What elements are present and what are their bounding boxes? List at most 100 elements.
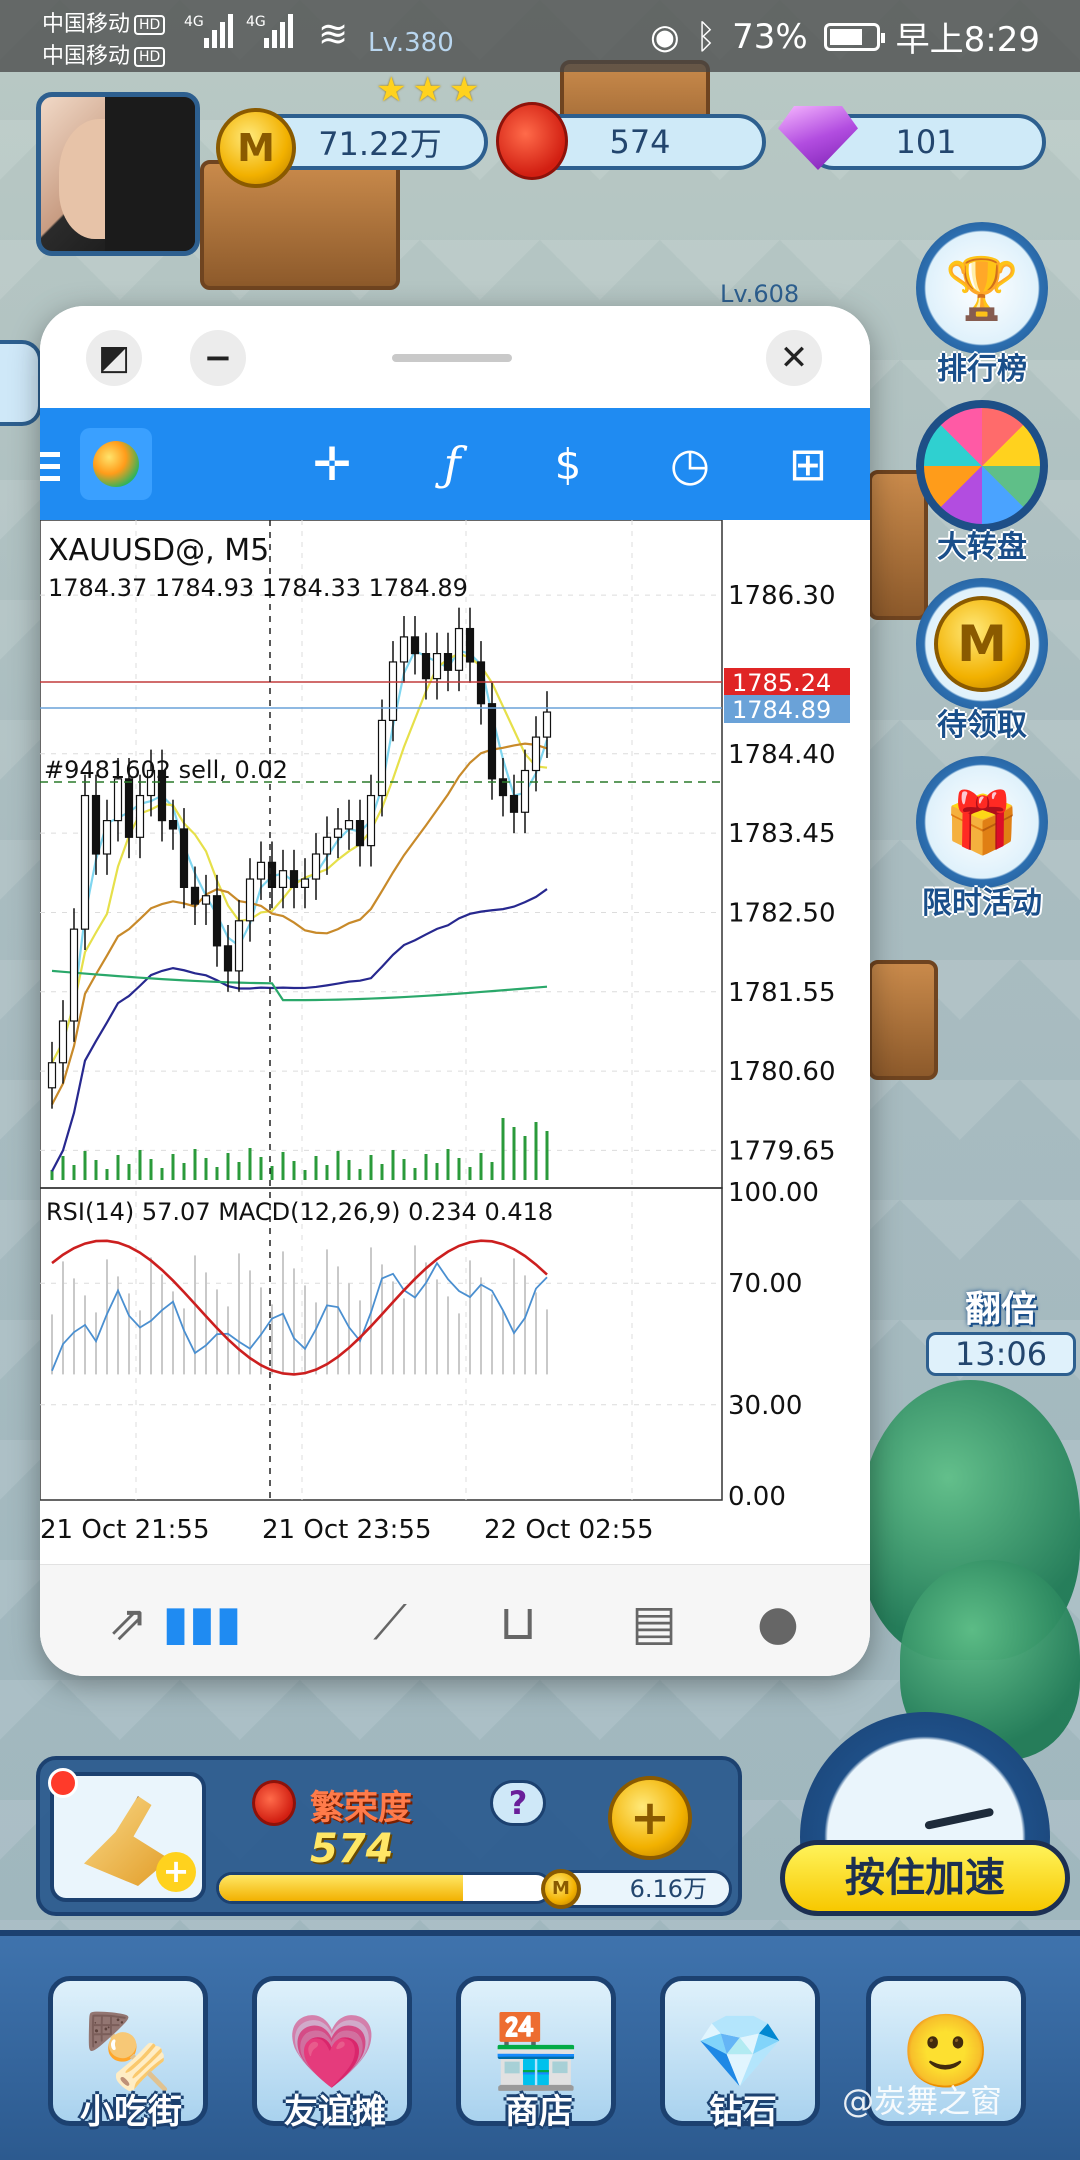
close-button[interactable]: ✕ <box>766 330 822 386</box>
price-tick-label: 1779.65 <box>728 1136 836 1166</box>
indicator-label: RSI(14) 57.07 MACD(12,26,9) 0.234 0.418 <box>46 1198 553 1226</box>
minimize-button[interactable]: − <box>190 330 246 386</box>
coin-symbol: M <box>934 596 1030 692</box>
collect-coin-button[interactable]: + <box>608 1776 692 1860</box>
candle-body <box>245 878 255 922</box>
player-stars: ★ ★ ★ <box>376 70 479 110</box>
nav-snack-street[interactable]: 🍢 小吃街 <box>48 1976 214 2146</box>
leaderboard-button[interactable]: 🏆 排行榜 <box>912 222 1052 388</box>
price-chart[interactable]: XAUUSD@, M5 1784.37 1784.93 1784.33 1784… <box>40 520 870 1564</box>
candle-body <box>443 653 453 671</box>
npc-level: Lv.608 <box>720 280 800 308</box>
side-tab[interactable] <box>0 340 42 426</box>
candle-body <box>421 653 431 680</box>
candle-body <box>212 895 222 947</box>
menu-icon[interactable] <box>40 452 60 488</box>
drag-handle[interactable] <box>392 354 512 362</box>
speed-up-button[interactable]: 按住加速 <box>780 1712 1070 1916</box>
status-right: ◉ ᛒ 73% 早上8:29 <box>650 12 1040 61</box>
help-icon[interactable]: ? <box>490 1780 546 1826</box>
resize-icon: ◩ <box>97 338 131 378</box>
volume-bar <box>160 1168 164 1180</box>
volume-bar <box>391 1150 395 1180</box>
volume-bar <box>336 1151 340 1180</box>
double-reward-timer: 13:06 <box>926 1332 1076 1376</box>
trend-lines-icon[interactable]: ⟋ <box>358 1591 422 1655</box>
candle-body <box>454 627 464 671</box>
nav-shop[interactable]: 🏪 商店 <box>456 1976 622 2146</box>
price-tick-label: 1784.40 <box>728 740 836 770</box>
prosperity-progress <box>216 1872 552 1904</box>
avatar-hair <box>105 97 195 251</box>
status-bar: 中国移动 HD 中国移动 HD 4G 4G ≋ ◉ ᛒ 73% 早上8:29 <box>0 0 1080 72</box>
indicator-tick-label: 30.00 <box>728 1391 802 1421</box>
chat-icon[interactable]: ● <box>746 1591 810 1655</box>
indicator-tick-label: 100.00 <box>728 1178 819 1208</box>
pending-label: 待领取 <box>937 708 1027 743</box>
crosshair-icon[interactable]: ✛ <box>304 436 360 492</box>
metatrader-logo-icon[interactable] <box>80 428 152 500</box>
volume-bar <box>292 1161 296 1180</box>
window-title-bar[interactable]: ◩ − ✕ <box>40 306 870 408</box>
star-icon: ★ <box>376 70 407 110</box>
volume-bar <box>149 1159 153 1180</box>
volume-bar <box>402 1159 406 1180</box>
inbox-icon[interactable]: ⊔ <box>486 1591 550 1655</box>
timeframe-clock-icon[interactable]: ◷ <box>662 436 718 492</box>
volume-bar <box>94 1160 98 1180</box>
wheel-label: 大转盘 <box>937 530 1027 565</box>
volume-bar <box>501 1118 505 1180</box>
new-order-icon[interactable]: $ <box>540 436 596 492</box>
volume-bar <box>369 1155 373 1180</box>
volume-bar <box>105 1169 109 1180</box>
network-type-2: 4G <box>246 14 266 30</box>
fullscreen-button[interactable]: ◩ <box>86 330 142 386</box>
candle-body <box>344 820 354 830</box>
volume-bar <box>72 1165 76 1180</box>
time-tick-label: 21 Oct 23:55 <box>262 1515 432 1545</box>
candle-body <box>256 861 266 880</box>
signal-icon-2 <box>264 14 293 48</box>
candle-body <box>355 820 365 847</box>
nav-label: 小吃街 <box>80 2092 182 2132</box>
player-avatar[interactable] <box>36 92 200 256</box>
candle-body <box>135 794 145 838</box>
templates-icon[interactable]: ⊞ <box>780 436 836 492</box>
carrier-1: 中国移动 <box>42 12 131 37</box>
watermark: @炭舞之窗 <box>842 2082 1003 2120</box>
limited-event-button[interactable]: 🎁 限时活动 <box>912 756 1052 922</box>
lantern-icon <box>252 1780 296 1826</box>
volume-bar <box>424 1154 428 1180</box>
volume-bar <box>512 1127 516 1180</box>
clean-button[interactable]: + <box>48 1768 206 1902</box>
news-icon[interactable]: ▤ <box>622 1591 686 1655</box>
coin-amount: M 6.16万 <box>541 1869 732 1909</box>
nav-diamond[interactable]: 💎 钻石 <box>660 1976 826 2146</box>
coin-icon: M <box>216 108 296 188</box>
trade-arrows-icon[interactable]: ⇗ <box>96 1591 160 1655</box>
candle-body <box>91 794 101 855</box>
chart-toolbar: ✛ ƒ $ ◷ ⊞ <box>40 408 870 520</box>
symbol-title: XAUUSD@, M5 <box>48 533 269 568</box>
nav-label: 钻石 <box>709 2092 777 2132</box>
nav-friend-stall[interactable]: 💗 友谊摊 <box>252 1976 418 2146</box>
volume-bar <box>193 1149 197 1180</box>
floating-trading-window[interactable]: ◩ − ✕ ✛ ƒ $ ◷ ⊞ XAUUSD@, M5 1784.37 1784… <box>40 306 870 1676</box>
close-icon: ✕ <box>779 338 809 378</box>
pending-reward-button[interactable]: M 待领取 <box>912 578 1052 744</box>
gift-clock-icon: 🎁 <box>916 756 1048 888</box>
double-reward-button[interactable]: 翻倍 13:06 <box>926 1280 1076 1376</box>
candle-body <box>179 828 189 889</box>
candlestick-icon[interactable]: ▮▮▮ <box>162 1591 242 1655</box>
candle-body <box>410 636 420 655</box>
battery-percent: 73% <box>732 16 808 57</box>
indicators-icon[interactable]: ƒ <box>424 436 480 492</box>
candle-body <box>377 719 387 797</box>
volume-bar <box>215 1167 219 1180</box>
time-axis: 21 Oct 21:55 21 Oct 23:55 22 Oct 02:55 <box>40 1515 654 1545</box>
volume-bar <box>171 1154 175 1180</box>
wheel-button[interactable]: 大转盘 <box>912 400 1052 566</box>
candle-body <box>102 820 112 855</box>
volume-bar <box>61 1156 65 1180</box>
candle-body <box>47 1062 57 1089</box>
